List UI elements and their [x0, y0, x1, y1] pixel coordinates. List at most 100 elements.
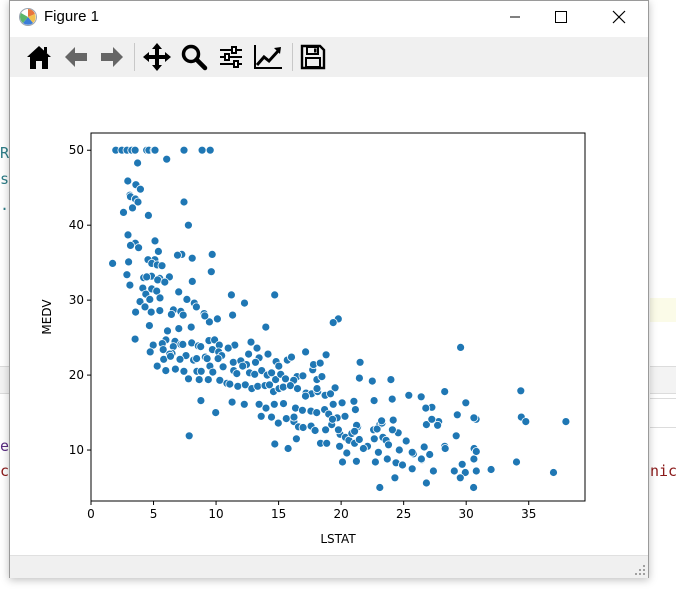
scatter-point [166, 309, 176, 319]
scatter-point [202, 354, 212, 364]
background-text: s [0, 170, 10, 188]
edit-axis-button[interactable] [252, 41, 284, 73]
subplots-button[interactable] [215, 41, 247, 73]
scatter-point [144, 321, 154, 331]
figure-canvas[interactable]: 0 5 10 15 20 25 30 35 10 20 30 40 50 LSTAT MEDV [10, 77, 648, 555]
scatter-point [206, 267, 216, 277]
home-button[interactable] [23, 41, 55, 73]
scatter-point [297, 405, 307, 415]
scatter-point [298, 423, 308, 432]
status-bar [10, 555, 648, 578]
scatter-point [218, 362, 228, 372]
scatter-point [152, 361, 162, 371]
scatter-point [328, 399, 338, 409]
scatter-point [350, 426, 360, 436]
x-tick-label: 20 [333, 507, 348, 521]
scatter-point [561, 417, 571, 427]
scatter-point [155, 306, 165, 316]
title-bar[interactable]: Figure 1 [10, 1, 648, 33]
scatter-point [486, 465, 496, 474]
scatter-point [449, 466, 459, 476]
scatter-point [256, 411, 266, 421]
pan-button[interactable] [141, 41, 173, 73]
scatter-point [196, 396, 206, 406]
x-tick-label: 15 [271, 507, 286, 521]
scatter-point [238, 361, 248, 371]
scatter-point [126, 240, 135, 250]
background-band [650, 398, 676, 428]
scatter-point [350, 405, 360, 415]
back-button[interactable] [60, 41, 92, 73]
scatter-point [328, 414, 337, 424]
scatter-point [358, 444, 368, 453]
scatter-point [196, 342, 206, 352]
scatter-point [228, 310, 238, 320]
scatter-point [377, 416, 387, 426]
scatter-point [342, 448, 352, 458]
pan-icon [143, 43, 171, 71]
x-tick-label: 0 [87, 507, 95, 521]
scatter-point [232, 369, 242, 379]
scatter-point [386, 375, 396, 385]
scatter-point [253, 381, 263, 391]
background-text: nic [650, 462, 676, 480]
scatter-point [416, 454, 426, 464]
close-button[interactable] [596, 1, 642, 33]
scatter-point [421, 403, 431, 413]
scatter-point [187, 276, 197, 286]
scatter-point [471, 466, 481, 476]
scatter-point [469, 454, 479, 464]
scatter-point [425, 450, 435, 459]
scatter-point [455, 473, 465, 483]
matplotlib-icon [19, 8, 37, 26]
scatter-point [351, 456, 361, 466]
y-tick-label: 50 [69, 143, 84, 157]
scatter-point [289, 412, 299, 422]
scatter-point [416, 392, 426, 402]
save-button[interactable] [297, 41, 329, 73]
scatter-point [200, 311, 210, 321]
scatter-point [174, 287, 184, 297]
scatter-point [269, 399, 279, 409]
scatter-point [349, 396, 359, 406]
scatter-point [178, 310, 188, 320]
scatter-point [394, 445, 404, 455]
scatter-point [267, 412, 276, 422]
maximize-button[interactable] [538, 1, 584, 33]
scatter-point [263, 349, 273, 359]
scatter-point [283, 444, 293, 453]
scatter-point [315, 358, 325, 368]
scatter-point [373, 447, 383, 457]
background-highlight [650, 298, 676, 322]
configure-subplots-icon [220, 46, 242, 68]
scatter-point [354, 435, 364, 444]
scatter-point [370, 457, 380, 467]
forward-arrow-icon [101, 47, 123, 67]
scatter-point [328, 318, 338, 328]
scatter-point [153, 246, 163, 256]
navigation-toolbar [10, 37, 648, 77]
scatter-point [279, 399, 288, 409]
minimize-button[interactable] [492, 1, 538, 33]
scatter-point [369, 434, 379, 444]
scatter-point [203, 375, 213, 385]
x-tick-label: 30 [459, 507, 474, 521]
resize-grip-icon[interactable] [634, 564, 646, 576]
x-axis-label: LSTAT [320, 532, 356, 546]
scatter-point [398, 460, 407, 470]
scatter-point [335, 441, 345, 451]
scatter-point [213, 354, 223, 364]
forward-button[interactable] [96, 41, 128, 73]
back-arrow-icon [65, 47, 87, 67]
scatter-point [227, 397, 237, 407]
scatter-point [191, 302, 201, 312]
background-editor-right [650, 0, 676, 589]
scatter-point [175, 354, 185, 364]
scatter-point [452, 410, 462, 420]
scatter-point [521, 417, 531, 427]
scatter-point [163, 326, 172, 336]
scatter-point [228, 357, 238, 367]
scatter-point [407, 464, 417, 474]
scatter-point [223, 343, 233, 353]
zoom-button[interactable] [178, 41, 210, 73]
